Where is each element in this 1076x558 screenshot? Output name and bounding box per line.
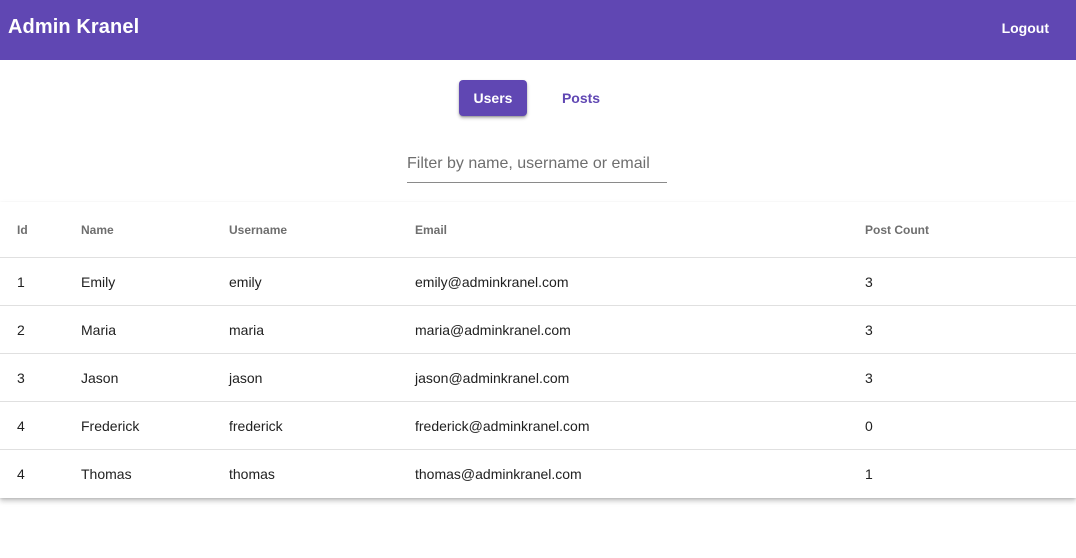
cell-post-count: 3 xyxy=(865,353,1076,402)
cell-email: emily@adminkranel.com xyxy=(415,257,865,306)
cell-name: Maria xyxy=(81,305,229,354)
cell-username: emily xyxy=(229,257,415,306)
cell-post-count: 3 xyxy=(865,305,1076,354)
cell-id: 3 xyxy=(0,353,81,402)
table-row[interactable]: 2 Maria maria maria@adminkranel.com 3 xyxy=(0,305,1076,354)
cell-username: thomas xyxy=(229,465,275,482)
filter-input[interactable] xyxy=(407,148,667,180)
cell-post-count: 1 xyxy=(865,465,873,482)
app-bar: Admin Kranel Logout xyxy=(0,0,1076,60)
column-header-name: Name xyxy=(81,202,229,258)
cell-name: Jason xyxy=(81,353,229,402)
cell-username: jason xyxy=(229,353,415,402)
cell-id: 2 xyxy=(0,305,81,354)
column-header-id: Id xyxy=(0,202,81,258)
tab-users[interactable]: Users xyxy=(459,80,527,116)
cell-id: 4 xyxy=(0,401,81,450)
table-row[interactable]: 4 Frederick frederick frederick@adminkra… xyxy=(0,401,1076,450)
column-header-email: Email xyxy=(415,202,865,258)
tab-posts[interactable]: Posts xyxy=(547,80,615,116)
cell-name: Frederick xyxy=(81,401,229,450)
users-table-card: Id Name Username Email Post Count 1 Emil… xyxy=(0,202,1076,498)
app-title: Admin Kranel xyxy=(8,16,140,38)
cell-post-count: 3 xyxy=(865,257,1076,306)
cell-name: Emily xyxy=(81,257,229,306)
cell-email: thomas@adminkranel.com xyxy=(415,465,582,482)
table-row[interactable]: 1 Emily emily emily@adminkranel.com 3 xyxy=(0,257,1076,306)
cell-username: maria xyxy=(229,305,415,354)
users-table: Id Name Username Email Post Count 1 Emil… xyxy=(0,202,1076,497)
filter-field xyxy=(407,148,667,183)
cell-post-count: 0 xyxy=(865,401,1076,450)
table-row[interactable]: 4 Thomas thomas thomas@adminkranel.com 1 xyxy=(0,450,1076,498)
column-header-username: Username xyxy=(229,202,415,258)
cell-username: frederick xyxy=(229,401,415,450)
table-row[interactable]: 3 Jason jason jason@adminkranel.com 3 xyxy=(0,353,1076,402)
cell-email: jason@adminkranel.com xyxy=(415,353,865,402)
tab-bar: Users Posts xyxy=(0,80,1076,116)
cell-id: 1 xyxy=(0,257,81,306)
cell-name: Thomas xyxy=(81,465,132,482)
cell-email: frederick@adminkranel.com xyxy=(415,401,865,450)
column-header-post-count: Post Count xyxy=(865,202,1076,258)
cell-email: maria@adminkranel.com xyxy=(415,305,865,354)
logout-button[interactable]: Logout xyxy=(1002,20,1049,36)
cell-id: 4 xyxy=(17,465,25,482)
table-header-row: Id Name Username Email Post Count xyxy=(0,202,1076,258)
